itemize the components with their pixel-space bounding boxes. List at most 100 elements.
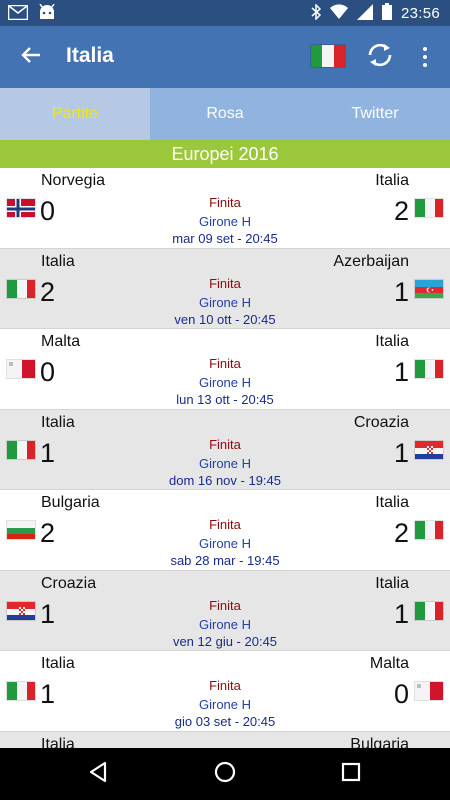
home-score: 0 bbox=[40, 357, 56, 387]
home-team-name: Norvegia bbox=[41, 172, 106, 189]
away-team-name: Italia bbox=[375, 333, 409, 350]
home-score: 1 bbox=[40, 679, 56, 709]
navigation-bar bbox=[0, 748, 450, 800]
away-score: 1 bbox=[393, 437, 409, 468]
away-team-name: Italia bbox=[375, 574, 409, 592]
match-group: Girone H bbox=[198, 294, 252, 310]
match-status: Finita bbox=[209, 436, 241, 452]
match-status: Finita bbox=[209, 517, 241, 532]
match-row[interactable]: Malta Italia 0 1 Finita Girone H lun 13 ott - … bbox=[0, 329, 450, 410]
home-circle-icon bbox=[213, 760, 237, 789]
croatia-flag-icon bbox=[6, 600, 36, 621]
home-team-name: Italia bbox=[41, 655, 75, 672]
away-team-name: Croazia bbox=[353, 413, 409, 431]
page-title: Italia bbox=[66, 44, 114, 67]
italy-flag-icon bbox=[6, 278, 36, 299]
away-score: 0 bbox=[393, 679, 409, 709]
away-team-name: Bulgaria bbox=[350, 735, 409, 749]
italy-flag-icon bbox=[6, 681, 36, 701]
app-bar: Italia bbox=[0, 26, 450, 88]
home-team-name: Italia bbox=[41, 252, 75, 270]
status-bar: 23:56 bbox=[0, 0, 450, 26]
away-score: 2 bbox=[393, 518, 409, 548]
nav-home-button[interactable] bbox=[210, 760, 240, 788]
match-row[interactable]: Italia Bulgaria bbox=[0, 731, 450, 749]
match-group: Girone H bbox=[198, 455, 252, 471]
away-score: 1 bbox=[393, 276, 409, 307]
back-arrow-icon bbox=[21, 45, 41, 70]
italy-flag-icon bbox=[414, 198, 444, 218]
italy-flag-icon bbox=[414, 359, 444, 379]
match-group: Girone H bbox=[198, 697, 252, 712]
match-group: Girone H bbox=[198, 616, 252, 632]
italy-flag-icon bbox=[414, 600, 444, 621]
back-button[interactable] bbox=[14, 40, 48, 74]
tab-rosa[interactable]: Rosa bbox=[150, 88, 300, 140]
match-date: dom 16 nov - 19:45 bbox=[168, 472, 282, 488]
match-row[interactable]: Norvegia Italia 0 2 Finita Girone H mar 09 set… bbox=[0, 168, 450, 249]
recents-square-icon bbox=[341, 762, 361, 787]
back-triangle-icon bbox=[88, 761, 108, 788]
norway-flag-icon bbox=[6, 198, 36, 218]
android-icon bbox=[38, 3, 56, 25]
away-team-name: Malta bbox=[369, 655, 409, 672]
match-group: Girone H bbox=[198, 536, 252, 551]
bluetooth-icon bbox=[311, 2, 322, 24]
match-date: ven 10 ott - 20:45 bbox=[174, 311, 276, 327]
tab-twitter[interactable]: Twitter bbox=[300, 88, 450, 140]
tab-partite[interactable]: Partite bbox=[0, 88, 150, 140]
bulgaria-flag-icon bbox=[6, 520, 36, 540]
match-status: Finita bbox=[209, 678, 241, 693]
malta-flag-icon bbox=[414, 681, 444, 701]
away-team-name: Italia bbox=[375, 172, 409, 189]
wifi-icon bbox=[329, 4, 348, 23]
home-score: 1 bbox=[40, 598, 56, 629]
match-row[interactable]: Italia Croazia 1 1 Finita Girone Hdom 16 nov … bbox=[0, 409, 450, 490]
battery-icon bbox=[381, 3, 392, 24]
away-score: 1 bbox=[393, 598, 409, 629]
italy-flag-icon bbox=[6, 439, 36, 460]
home-score: 2 bbox=[40, 276, 56, 307]
home-score: 2 bbox=[40, 518, 56, 548]
home-team-name: Italia bbox=[41, 735, 75, 749]
home-team-name: Bulgaria bbox=[41, 494, 100, 511]
match-date: lun 13 ott - 20:45 bbox=[176, 392, 274, 407]
home-team-name: Croazia bbox=[41, 574, 97, 592]
match-status: Finita bbox=[209, 356, 241, 371]
croatia-flag-icon bbox=[414, 439, 444, 460]
refresh-icon bbox=[366, 41, 394, 74]
nav-back-button[interactable] bbox=[83, 760, 113, 788]
nav-recents-button[interactable] bbox=[336, 760, 366, 788]
match-status: Finita bbox=[209, 275, 241, 291]
competition-header: Europei 2016 bbox=[0, 140, 450, 168]
match-group: Girone H bbox=[198, 214, 252, 229]
home-team-name: Italia bbox=[41, 413, 75, 431]
match-date: ven 12 giu - 20:45 bbox=[172, 633, 278, 649]
match-group: Girone H bbox=[198, 375, 252, 390]
away-team-name: Italia bbox=[375, 494, 409, 511]
home-score: 1 bbox=[40, 437, 56, 468]
away-team-name: Azerbaijan bbox=[333, 252, 409, 270]
azerbaijan-flag-icon bbox=[414, 278, 444, 299]
refresh-button[interactable] bbox=[362, 40, 398, 74]
away-score: 1 bbox=[393, 357, 409, 387]
more-vert-icon[interactable] bbox=[413, 40, 437, 74]
match-row[interactable]: Croazia Italia 1 1 Finita Girone Hven 12 giu … bbox=[0, 570, 450, 651]
match-list[interactable]: Norvegia Italia 0 2 Finita Girone H mar 09 set… bbox=[0, 168, 450, 748]
match-date: mar 09 set - 20:45 bbox=[172, 231, 278, 246]
match-date: gio 03 set - 20:45 bbox=[174, 714, 276, 729]
match-status: Finita bbox=[209, 597, 241, 613]
gmail-icon bbox=[7, 4, 29, 25]
home-team-name: Malta bbox=[41, 333, 81, 350]
match-row[interactable]: Italia Azerbaijan 2 1 Finita Girone Hven 10 o… bbox=[0, 248, 450, 329]
match-row[interactable]: Bulgaria Italia 2 2 Finita Girone H sab 28 mar… bbox=[0, 490, 450, 571]
away-score: 2 bbox=[393, 196, 409, 226]
match-row[interactable]: Italia Malta 1 0 Finita Girone H gio 03 set - … bbox=[0, 651, 450, 732]
italy-flag-icon[interactable] bbox=[310, 44, 346, 68]
clock-time: 23:56 bbox=[400, 5, 440, 22]
italy-flag-icon bbox=[414, 520, 444, 540]
signal-icon bbox=[356, 3, 373, 24]
malta-flag-icon bbox=[6, 359, 36, 379]
match-date: sab 28 mar - 19:45 bbox=[170, 553, 280, 568]
home-score: 0 bbox=[40, 196, 56, 226]
